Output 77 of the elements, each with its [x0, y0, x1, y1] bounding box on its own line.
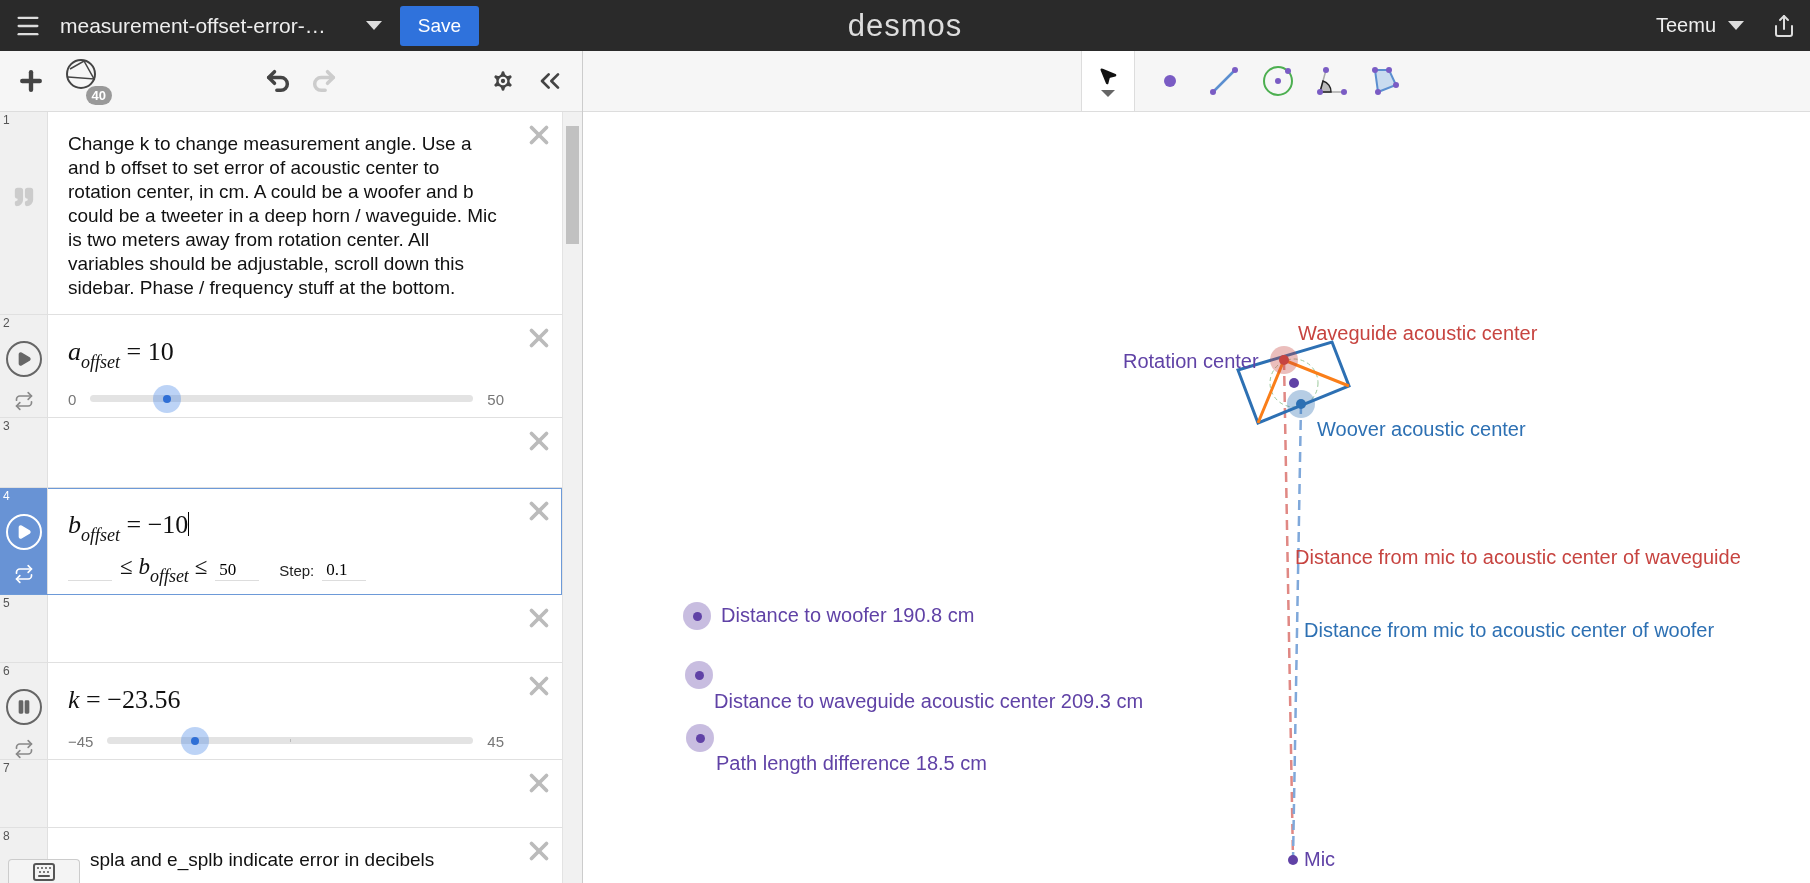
note-text: spla and e_splb indicate error in decibels [90, 848, 436, 872]
point-label: Waveguide acoustic center [1298, 322, 1538, 345]
row-number: 6 [3, 664, 10, 678]
tool-button[interactable] [1080, 51, 1135, 111]
segment-icon [1208, 66, 1239, 96]
row-number: 3 [3, 419, 10, 433]
slider-track[interactable] [90, 385, 474, 413]
share-button[interactable] [1772, 13, 1796, 38]
expression-row[interactable]: 2 a$_{offset}$ = 10 0 50 [0, 315, 562, 418]
repeat-icon [13, 739, 34, 759]
redo-icon [310, 67, 338, 95]
user-menu[interactable]: Teemu [1649, 13, 1750, 38]
circle-icon [1260, 64, 1295, 98]
expression-row[interactable]: 7 [0, 760, 562, 828]
note-text: Change k to change measurement angle. Use a and b offset to set error of acoustic center to rotation center, in cm. A could be a woofer and b could be a tweeter in a deep horn / waveguide. Mic is two meters away from rotation center. All variables should be adjustable, scroll down this sidebar. Phase / frequency stuff at the bottom. [68, 132, 498, 300]
point-label: Distance to waveguide acoustic center 209.3 cm [714, 690, 1144, 713]
math-expression[interactable]: b$_{offset}$ = −10 [68, 504, 190, 546]
expression-row[interactable]: 5 [0, 595, 562, 663]
object-count: 40 [85, 86, 112, 105]
point-label: Distance from mic to acoustic center of woofer [1304, 619, 1715, 642]
math-expression[interactable]: k = −23.56 [68, 679, 181, 715]
upper-bound-field[interactable]: 50 [215, 560, 260, 581]
range-inequality: ≤ b$_{offset}$ ≤ [120, 554, 208, 587]
repeat-icon [13, 391, 34, 411]
slider-thumb[interactable] [180, 727, 209, 755]
repeat-icon [13, 564, 34, 584]
graph-title[interactable]: measurement-offset-error-… [60, 13, 326, 38]
rotation-center-point[interactable] [1289, 378, 1299, 388]
expression-row[interactable]: 4 b$_{offset}$ = −10 ≤ b$_{offset}$ ≤ 50 Step: 0.1 [0, 488, 562, 595]
polygon-icon [1370, 66, 1401, 96]
loop-button[interactable] [13, 739, 34, 759]
share-icon [1772, 13, 1796, 38]
row-number: 4 [3, 489, 10, 503]
row-number: 2 [3, 316, 10, 330]
quote-icon [12, 186, 35, 208]
point-label: Rotation center [1123, 350, 1259, 373]
keyboard-button[interactable] [8, 859, 80, 883]
play-button[interactable] [5, 689, 42, 725]
point-label: Distance to woofer 190.8 cm [721, 604, 975, 627]
loop-button[interactable] [13, 391, 34, 411]
undo-icon [264, 67, 292, 95]
caret-icon[interactable] [365, 21, 382, 30]
slider-max: 50 [487, 390, 504, 408]
point-marker[interactable] [683, 602, 711, 630]
slider-min: 0 [68, 390, 77, 408]
step-label: Step: [279, 562, 315, 579]
point-label: Distance from mic to acoustic center of waveguide [1295, 546, 1741, 569]
logo: desmos [847, 7, 963, 44]
point-icon [1162, 74, 1177, 88]
slider-max: 45 [487, 732, 504, 750]
play-button[interactable] [5, 341, 42, 377]
dashed-circle [1269, 358, 1319, 408]
undo-button[interactable] [264, 67, 292, 95]
loop-button[interactable] [13, 564, 34, 584]
expression-row[interactable]: 6 k = −23.56 −45 45 [0, 663, 562, 760]
waveguide-point[interactable] [1270, 346, 1298, 374]
slider-min: −45 [68, 732, 94, 750]
row-number: 5 [3, 596, 10, 610]
point-label: Woover acoustic center [1317, 418, 1526, 441]
expression-row[interactable] [0, 112, 562, 315]
row-number: 1 [3, 113, 10, 127]
point-marker[interactable] [685, 661, 713, 689]
angle-icon [1315, 66, 1348, 96]
point-label: Path length difference 18.5 cm [716, 752, 987, 775]
row-number: 7 [3, 761, 10, 775]
mic-point[interactable] [1288, 855, 1298, 865]
step-field[interactable]: 0.1 [322, 560, 367, 581]
row-number: 8 [3, 829, 10, 843]
point-label: Mic [1304, 848, 1336, 871]
woofer-point[interactable] [1287, 390, 1315, 418]
scrollbar[interactable] [562, 112, 582, 883]
point-marker[interactable] [686, 724, 714, 752]
slider-track[interactable] [107, 727, 474, 755]
math-expression[interactable]: a$_{offset}$ = 10 [68, 331, 174, 373]
expression-row[interactable]: 3 [0, 418, 562, 488]
save-button[interactable]: Save [399, 5, 479, 46]
slider-thumb[interactable] [152, 385, 181, 413]
